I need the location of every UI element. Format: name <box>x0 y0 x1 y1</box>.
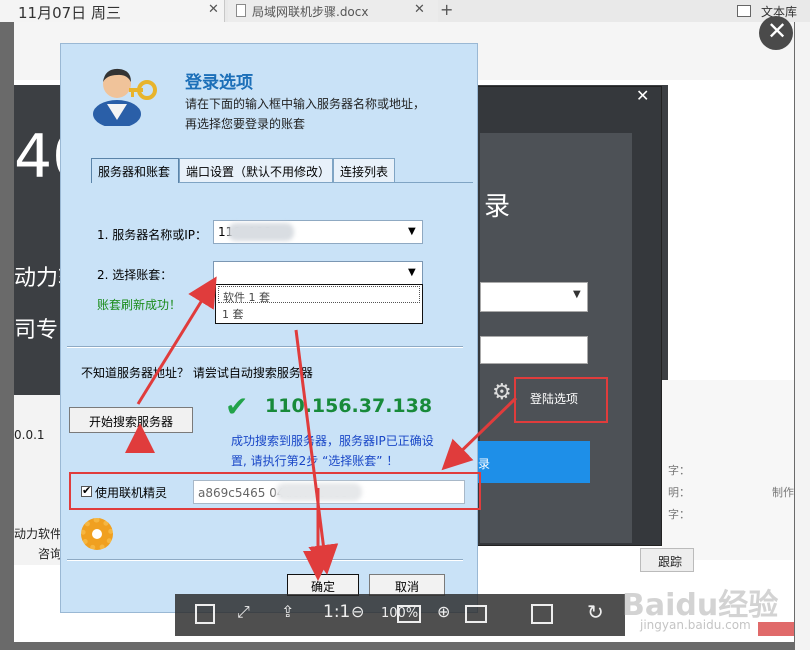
tab-close-icon[interactable]: ✕ <box>208 2 219 17</box>
watermark-badge <box>758 622 794 636</box>
dialog-title: 登录选项 <box>185 73 253 93</box>
background-version: 0.0.1 <box>14 428 45 442</box>
tab-connection-list[interactable]: 连接列表 <box>333 158 395 182</box>
connection-elf-row: ✔ 使用联机精灵 a869c5465 04dcf780435 <box>69 472 481 510</box>
background-login-title: 录 <box>484 192 511 222</box>
login-options-dialog: 登录选项 请在下面的输入框中输入服务器名称或地址， 再选择您要登录的账套 服务器… <box>60 43 481 613</box>
account-label: 2. 选择账套： <box>97 268 173 282</box>
background-company: 咨询 <box>38 547 63 561</box>
tab-close-icon[interactable]: ✕ <box>414 2 425 17</box>
search-hint: 不知道服务器地址？ 请尝试自动搜索服务器 <box>81 366 313 380</box>
search-success-message: 置, 请执行第2步 “选择账套” ！ <box>231 454 399 468</box>
server-combobox[interactable]: 110. 138 ▼ <box>213 220 423 244</box>
background-trace-label: 跟踪 <box>658 555 683 569</box>
watermark-url: jingyan.baidu.com <box>640 618 751 632</box>
tab-port-settings[interactable]: 端口设置（默认不用修改） <box>179 158 333 182</box>
background-trace-button: 跟踪 <box>640 548 694 572</box>
redaction-blur <box>276 483 362 501</box>
cancel-button[interactable]: 取消 <box>369 574 445 596</box>
account-combobox[interactable]: ▼ <box>213 261 423 285</box>
background-login-button-label: 录 <box>478 457 491 471</box>
server-label: 1. 服务器名称或IP： <box>97 228 208 242</box>
refresh-success-message: 账套刷新成功！ <box>97 298 182 312</box>
zoom-in-icon[interactable]: ⊕ <box>437 602 450 621</box>
login-option-highlight: 登陆选项 <box>514 377 608 423</box>
login-option-label: 登陆选项 <box>530 392 579 406</box>
browser-tab-2[interactable]: 局域网联机步骤.docx ✕ <box>228 0 438 22</box>
account-dropdown-list: 软件 1 套 1 套 <box>215 284 423 324</box>
user-key-icon <box>93 68 157 126</box>
found-server-ip: 110.156.37.138 <box>265 395 433 417</box>
tab-title: 局域网联机步骤.docx <box>252 5 369 19</box>
redaction-blur <box>228 223 294 241</box>
tab-title: 11月07日 周三 <box>18 4 121 22</box>
window-icon[interactable] <box>737 5 751 17</box>
background-brand-text: 司专 <box>14 318 59 343</box>
document-icon <box>236 4 246 17</box>
background-account-select: ▼ <box>480 282 588 312</box>
screenshot-icon[interactable] <box>465 605 487 623</box>
new-tab-icon[interactable]: + <box>440 0 453 19</box>
right-document-edge <box>795 22 810 650</box>
tab-server-account[interactable]: 服务器和账套 <box>91 158 179 183</box>
chevron-down-icon: ▼ <box>573 289 581 300</box>
start-search-button[interactable]: 开始搜索服务器 <box>69 407 193 433</box>
ok-button[interactable]: 确定 <box>287 574 359 596</box>
chevron-down-icon[interactable]: ▼ <box>408 226 416 237</box>
save-icon[interactable] <box>195 604 215 624</box>
close-icon: ✕ <box>767 17 788 45</box>
background-table-label: 制作 <box>772 486 794 499</box>
browser-tab-bar: 11月07日 周三 ✕ 局域网联机步骤.docx ✕ + 文本库 <box>0 0 810 22</box>
share-icon[interactable]: ⇪ <box>281 602 294 621</box>
section-divider <box>67 559 463 561</box>
gear-icon: ⚙ <box>492 380 512 405</box>
settings-gear-icon[interactable] <box>81 518 113 550</box>
zoom-out-icon[interactable]: ⊖ <box>351 602 364 621</box>
viewer-toolbar: ⤢ ⇪ 1:1 ⊖ 100% ⊕ ↻ <box>175 594 625 636</box>
dialog-description: 请在下面的输入框中输入服务器名称或地址， <box>185 97 426 111</box>
background-login-button: 录 <box>478 441 590 483</box>
background-table-label: 明： <box>668 486 690 499</box>
connection-elf-checkbox[interactable]: ✔ <box>81 484 92 497</box>
account-option[interactable]: 软件 1 套 <box>218 286 420 304</box>
background-table-label: 字： <box>668 508 690 521</box>
chevron-down-icon[interactable]: ▼ <box>408 267 416 278</box>
fullscreen-icon[interactable] <box>531 604 553 624</box>
dialog-description: 再选择您要登录的账套 <box>185 117 306 131</box>
connection-elf-label[interactable]: 使用联机精灵 <box>95 484 167 501</box>
section-divider <box>67 346 463 348</box>
checkmark-icon: ✔ <box>82 484 92 497</box>
close-icon: ✕ <box>636 86 650 105</box>
background-table-label: 字： <box>668 464 690 477</box>
actual-size-button[interactable]: 1:1 <box>323 602 350 622</box>
checkmark-icon: ✔ <box>225 390 249 423</box>
rotate-icon[interactable]: ↻ <box>587 600 604 624</box>
connection-elf-code-field[interactable]: a869c5465 04dcf780435 <box>193 480 465 504</box>
account-option-label: 软件 1 套 <box>223 291 270 304</box>
background-password-field <box>480 336 588 364</box>
browser-tab-1[interactable]: 11月07日 周三 ✕ <box>0 0 225 22</box>
background-company: 动力软件 <box>14 527 63 541</box>
account-option[interactable]: 1 套 <box>222 306 244 322</box>
gear-center <box>92 529 102 539</box>
search-success-message: 成功搜索到服务器，服务器IP已正确设 <box>231 434 434 448</box>
fit-window-icon[interactable] <box>397 605 421 623</box>
resize-icon[interactable]: ⤢ <box>237 602 250 622</box>
viewer-close-button[interactable]: ✕ <box>759 16 793 50</box>
